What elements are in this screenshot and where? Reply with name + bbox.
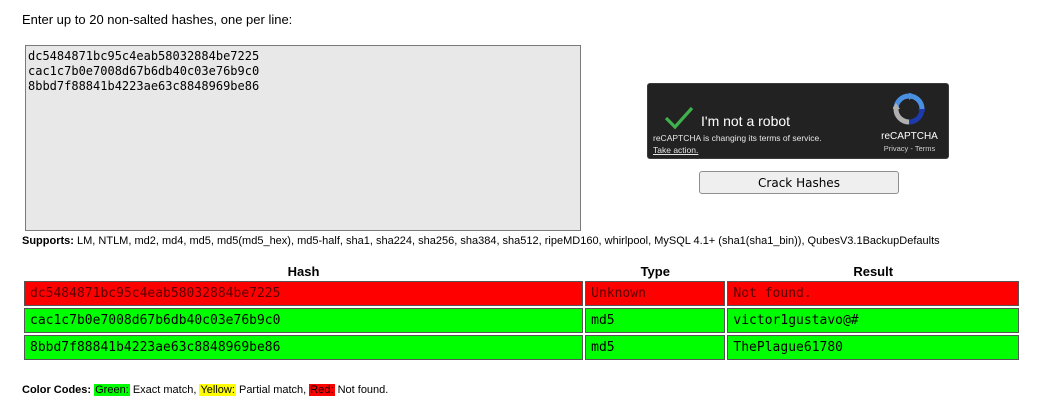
recaptcha-logo-icon bbox=[892, 92, 926, 125]
checkmark-icon[interactable] bbox=[664, 106, 694, 130]
hash-cell: cac1c7b0e7008d67b6db40c03e76b9c0 bbox=[24, 308, 584, 333]
crackstation-page: Enter up to 20 non-salted hashes, one pe… bbox=[0, 0, 1042, 402]
legend-yellow-text: Partial match, bbox=[235, 384, 310, 396]
recaptcha-links: Privacy - Terms bbox=[862, 144, 957, 153]
supports-label: Supports: bbox=[22, 235, 74, 247]
crack-hashes-button[interactable]: Crack Hashes bbox=[699, 171, 899, 194]
table-row: 8bbd7f88841b4223ae63c8848969be86 md5 The… bbox=[24, 335, 1019, 360]
color-codes-legend: Color Codes: Green: Exact match, Yellow:… bbox=[22, 384, 388, 396]
table-row: cac1c7b0e7008d67b6db40c03e76b9c0 md5 vic… bbox=[24, 308, 1019, 333]
privacy-link[interactable]: Privacy bbox=[884, 144, 909, 153]
type-cell: Unknown bbox=[585, 281, 726, 306]
instructions-text: Enter up to 20 non-salted hashes, one pe… bbox=[22, 12, 293, 27]
result-cell: ThePlague61780 bbox=[727, 335, 1019, 360]
type-cell: md5 bbox=[585, 308, 726, 333]
results-table: Hash Type Result dc5484871bc95c4eab58032… bbox=[22, 261, 1021, 362]
legend-yellow-swatch: Yellow: bbox=[199, 384, 236, 396]
result-column-header: Result bbox=[853, 263, 894, 279]
table-row: dc5484871bc95c4eab58032884be7225 Unknown… bbox=[24, 281, 1019, 306]
legend-label: Color Codes: bbox=[22, 384, 92, 396]
result-cell: Not found. bbox=[727, 281, 1019, 306]
terms-link[interactable]: Terms bbox=[915, 144, 935, 153]
type-cell: md5 bbox=[585, 335, 726, 360]
hash-column-header: Hash bbox=[287, 263, 320, 279]
hash-input[interactable] bbox=[25, 45, 581, 231]
legend-red-swatch: Red: bbox=[309, 384, 335, 396]
recaptcha-notice: reCAPTCHA is changing its terms of servi… bbox=[653, 133, 822, 143]
recaptcha-widget: I'm not a robot reCAPTCHA is changing it… bbox=[647, 83, 949, 159]
legend-green-text: Exact match, bbox=[129, 384, 200, 396]
hash-cell: 8bbd7f88841b4223ae63c8848969be86 bbox=[24, 335, 584, 360]
legend-red-text: Not found. bbox=[334, 384, 389, 396]
result-cell: victor1gustavo@# bbox=[727, 308, 1019, 333]
type-column-header: Type bbox=[640, 263, 670, 279]
results-header-row: Hash Type Result bbox=[24, 263, 1019, 279]
supported-algorithms: LM, NTLM, md2, md4, md5, md5(md5_hex), m… bbox=[73, 235, 940, 247]
hash-cell: dc5484871bc95c4eab58032884be7225 bbox=[24, 281, 584, 306]
take-action-link[interactable]: Take action. bbox=[653, 145, 698, 155]
supports-line: Supports: LM, NTLM, md2, md4, md5, md5(m… bbox=[22, 235, 940, 247]
legend-green-swatch: Green: bbox=[94, 384, 130, 396]
recaptcha-brand: reCAPTCHA bbox=[881, 131, 938, 142]
recaptcha-label: I'm not a robot bbox=[701, 113, 791, 129]
